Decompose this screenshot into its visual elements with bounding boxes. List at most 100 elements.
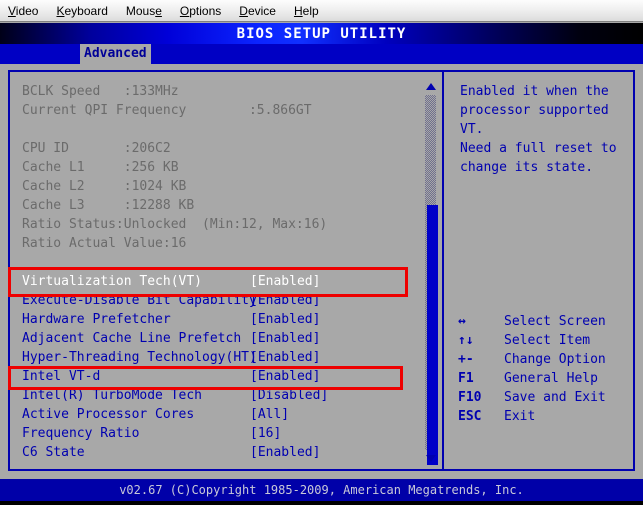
info-line: BCLK Speed :133MHz	[22, 82, 422, 101]
setting-row[interactable]: Hyper-Threading Technology(HT) [Enabled]	[22, 348, 422, 367]
info-line	[22, 120, 422, 139]
info-line-text: Ratio Actual Value:16	[22, 236, 187, 251]
help-line: Enabled it when the	[460, 84, 609, 99]
menu-item-video[interactable]: Video	[8, 4, 38, 18]
setting-label: Intel(R) TurboMode Tech	[22, 388, 203, 403]
bios-tab-strip: Advanced	[0, 44, 643, 64]
legend-key: ESC	[458, 409, 482, 424]
menu-mnemonic-video: V	[8, 3, 16, 18]
setting-label: Execute-Disable Bit Capability	[22, 293, 257, 308]
menu-item-options[interactable]: Options	[180, 4, 221, 18]
bottom-edge	[0, 501, 643, 505]
legend-description: Save and Exit	[504, 390, 606, 405]
menu-label-help-post: elp	[302, 3, 319, 18]
setting-value[interactable]: [Enabled]	[250, 291, 320, 310]
legend-description: Change Option	[504, 352, 606, 367]
info-line-text: Cache L2 :1024 KB	[22, 179, 187, 194]
help-line: change its state.	[460, 160, 594, 175]
menu-item-help[interactable]: Help	[294, 4, 319, 18]
info-line: CPU ID :206C2	[22, 139, 422, 158]
legend-row: F10 Save and Exit	[458, 388, 633, 407]
info-line: Ratio Status:Unlocked (Min:12, Max:16)	[22, 215, 422, 234]
info-line-text: Cache L3 :12288 KB	[22, 198, 195, 213]
setting-label: Adjacent Cache Line Prefetch	[22, 331, 242, 346]
setting-row[interactable]: Active Processor Cores [All]	[22, 405, 422, 424]
setting-label: C6 State	[22, 445, 85, 460]
legend-row: ↔ Select Screen	[458, 312, 633, 331]
legend-key: ↔	[458, 314, 466, 329]
menu-label-mouse-pre: Mous	[125, 3, 156, 18]
info-line: Cache L2 :1024 KB	[22, 177, 422, 196]
setting-row[interactable]: Intel(R) TurboMode Tech [Disabled]	[22, 386, 422, 405]
info-line-text: Cache L1 :256 KB	[22, 160, 179, 175]
bios-title-text: BIOS SETUP UTILITY	[236, 25, 407, 42]
setting-value[interactable]: [Disabled]	[250, 386, 328, 405]
info-line-text: Ratio Status:Unlocked (Min:12, Max:16)	[22, 217, 328, 232]
legend-row: +- Change Option	[458, 350, 633, 369]
legend-description: General Help	[504, 371, 598, 386]
setting-value[interactable]: [Enabled]	[250, 367, 320, 386]
menu-item-keyboard[interactable]: Keyboard	[56, 4, 107, 18]
scrollbar-track[interactable]	[425, 95, 438, 465]
info-line: Ratio Actual Value:16	[22, 234, 422, 253]
menu-label-options-post: ptions	[189, 3, 222, 18]
setting-value[interactable]: [Enabled]	[250, 272, 320, 291]
menu-mnemonic-device: D	[239, 3, 248, 18]
setting-value[interactable]: [16]	[250, 424, 281, 443]
help-line: processor supported	[460, 103, 609, 118]
settings-pane: BCLK Speed :133MHz Current QPI Frequency …	[12, 74, 442, 471]
menu-label-device-post: evice	[247, 3, 276, 18]
setting-value[interactable]: [Enabled]	[250, 348, 320, 367]
info-line: Current QPI Frequency :5.866GT	[22, 101, 422, 120]
setting-value[interactable]: [Enabled]	[250, 443, 320, 462]
tab-advanced[interactable]: Advanced	[80, 44, 151, 64]
setting-row[interactable]: Frequency Ratio [16]	[22, 424, 422, 443]
menu-item-mouse[interactable]: Mouse	[126, 4, 162, 18]
setting-row[interactable]: Adjacent Cache Line Prefetch [Enabled]	[22, 329, 422, 348]
setting-label: Hardware Prefetcher	[22, 312, 171, 327]
setting-row[interactable]: Intel VT-d [Enabled]	[22, 367, 422, 386]
menu-mnemonic-help: H	[293, 3, 303, 18]
application-menu-bar: Video Keyboard Mouse Options Device Help	[0, 0, 643, 22]
bios-setup-screen: Video Keyboard Mouse Options Device Help…	[0, 0, 643, 505]
settings-scrollbar[interactable]	[423, 80, 439, 465]
setting-label: Frequency Ratio	[22, 426, 140, 441]
setting-label: Virtualization Tech(VT)	[22, 274, 203, 289]
setting-label: Active Processor Cores	[22, 407, 195, 422]
help-line: VT.	[460, 122, 484, 137]
info-line: Cache L1 :256 KB	[22, 158, 422, 177]
menu-mnemonic-mouse: e	[155, 3, 162, 18]
menu-label-keyboard-post: eyboard	[64, 3, 108, 18]
legend-key: ↑↓	[458, 333, 474, 348]
legend-key: F10	[458, 390, 482, 405]
menu-mnemonic-options: O	[179, 3, 190, 18]
copyright-text: v02.67 (C)Copyright 1985-2009, American …	[119, 483, 524, 497]
scroll-up-arrow-icon[interactable]	[426, 83, 436, 90]
menu-mnemonic-keyboard: K	[56, 3, 65, 18]
legend-key: F1	[458, 371, 474, 386]
info-line-text: Current QPI Frequency :5.866GT	[22, 103, 312, 118]
bios-title-bar: BIOS SETUP UTILITY	[0, 23, 643, 44]
scroll-down-arrow-icon[interactable]	[426, 455, 436, 462]
setting-row[interactable]: C6 State [Enabled]	[22, 443, 422, 462]
scrollbar-thumb[interactable]	[427, 205, 438, 465]
legend-row: ESC Exit	[458, 407, 633, 426]
setting-row[interactable]: Execute-Disable Bit Capability [Enabled]	[22, 291, 422, 310]
setting-value[interactable]: [Enabled]	[250, 310, 320, 329]
legend-description: Select Screen	[504, 314, 606, 329]
help-line: Need a full reset to	[460, 141, 617, 156]
setting-row[interactable]: Virtualization Tech(VT) [Enabled]	[22, 272, 422, 291]
bios-content-frame: BCLK Speed :133MHz Current QPI Frequency …	[8, 70, 635, 471]
menu-item-device[interactable]: Device	[239, 4, 276, 18]
setting-value[interactable]: [Enabled]	[250, 329, 320, 348]
setting-label: Hyper-Threading Technology(HT)	[22, 350, 257, 365]
bios-footer: v02.67 (C)Copyright 1985-2009, American …	[0, 479, 643, 501]
info-line-text: CPU ID :206C2	[22, 141, 171, 156]
info-line	[22, 253, 422, 272]
setting-row[interactable]: Hardware Prefetcher [Enabled]	[22, 310, 422, 329]
setting-value[interactable]: [All]	[250, 405, 289, 424]
info-line: Cache L3 :12288 KB	[22, 196, 422, 215]
legend-description: Select Item	[504, 333, 591, 348]
key-legend: ↔ Select Screen ↑↓ Select Item +- Change Opti…	[458, 312, 633, 426]
legend-key: +-	[458, 352, 474, 367]
